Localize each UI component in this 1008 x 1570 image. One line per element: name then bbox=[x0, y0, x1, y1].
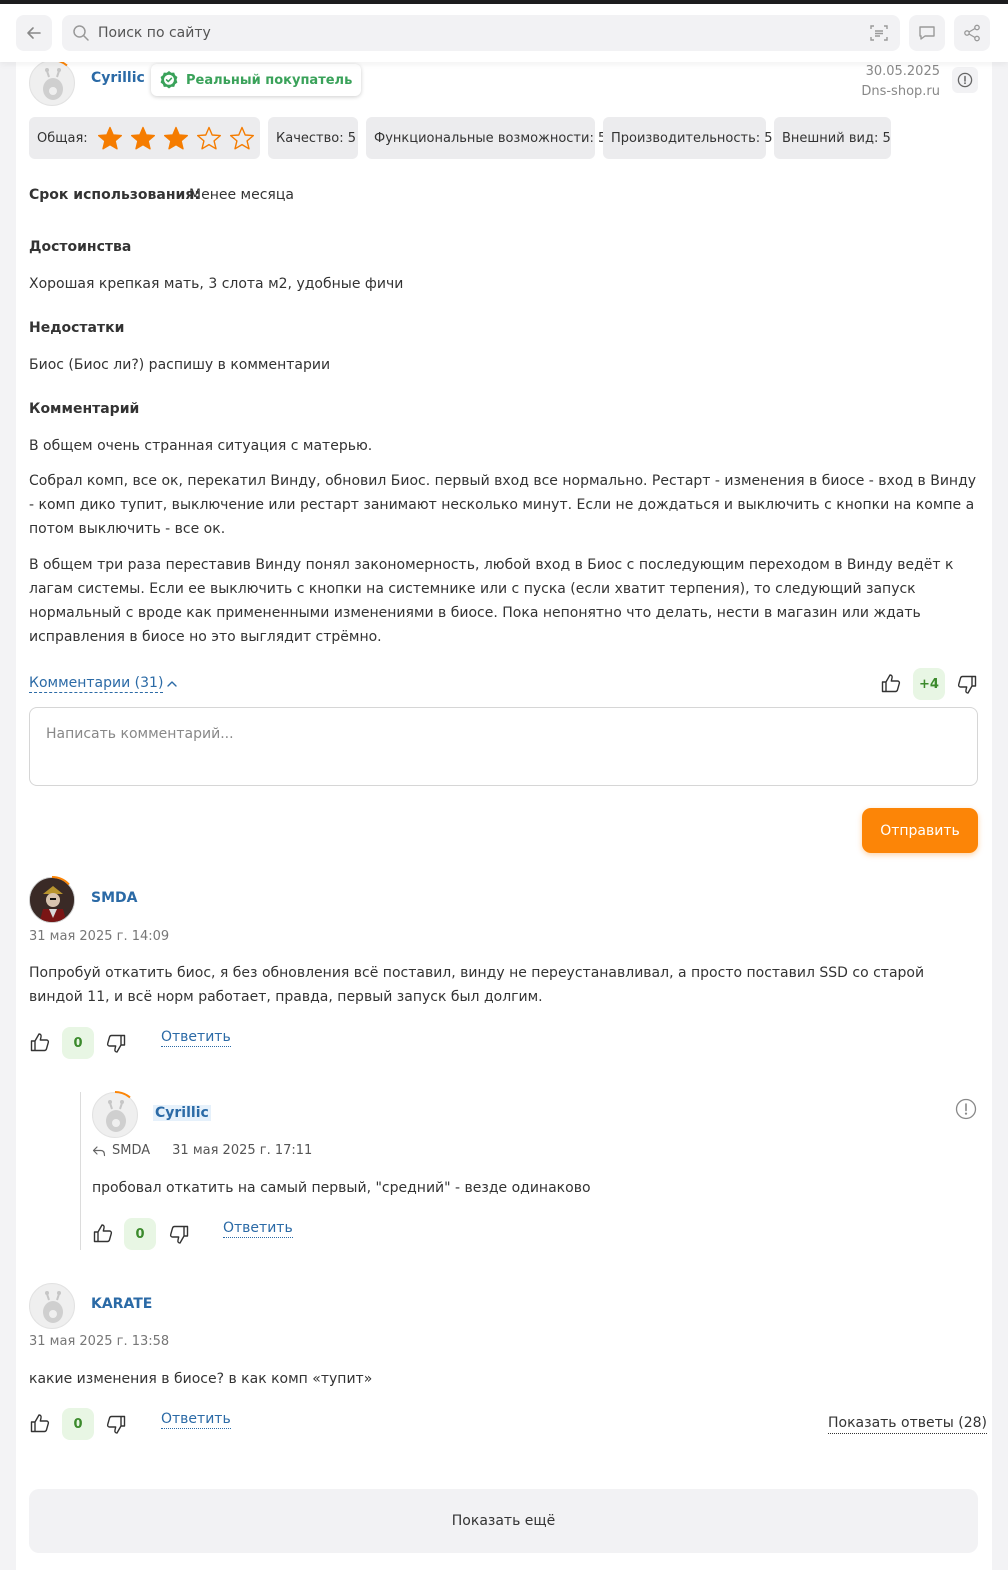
share-icon bbox=[964, 24, 980, 42]
star-filled-icon bbox=[97, 126, 122, 149]
comment-author[interactable]: KARATE bbox=[91, 1296, 152, 1312]
reply-author[interactable]: Cyrillic bbox=[153, 1105, 211, 1121]
star-empty-icon bbox=[196, 126, 221, 149]
info-icon bbox=[957, 72, 973, 88]
comment-vote-count: 0 bbox=[62, 1027, 94, 1059]
thumbs-down-icon[interactable] bbox=[105, 1033, 127, 1055]
comment-text: какие изменения в биосе? в как комп «туп… bbox=[29, 1371, 373, 1387]
reply-vote-count: 0 bbox=[124, 1218, 156, 1250]
reply-link[interactable]: Ответить bbox=[161, 1410, 231, 1429]
thumbs-up-icon[interactable] bbox=[29, 1412, 51, 1434]
chat-icon bbox=[919, 26, 935, 40]
review-vote-count: +4 bbox=[913, 668, 945, 700]
thumbs-up-icon[interactable] bbox=[880, 672, 902, 694]
header bbox=[0, 4, 1008, 62]
comment-title: Комментарий bbox=[29, 401, 140, 417]
reply-link[interactable]: Ответить bbox=[223, 1219, 293, 1238]
usage-label: Срок использования: bbox=[29, 187, 200, 203]
star-filled-icon bbox=[130, 126, 155, 149]
overall-rating-label: Общая: bbox=[37, 130, 88, 146]
reply-date: 31 мая 2025 г. 17:11 bbox=[172, 1143, 313, 1158]
reply-to-name[interactable]: SMDA bbox=[112, 1143, 150, 1158]
search-bar[interactable] bbox=[62, 15, 900, 51]
overall-rating-chip: Общая: bbox=[29, 117, 260, 159]
comment-textarea[interactable] bbox=[30, 708, 977, 785]
avatar-ring bbox=[51, 876, 70, 886]
comments-toggle-link[interactable]: Комментарии (31) bbox=[29, 674, 164, 693]
reply-link[interactable]: Ответить bbox=[161, 1028, 231, 1047]
info-icon bbox=[955, 1098, 977, 1120]
rating-appearance-chip: Внешний вид: 5 bbox=[774, 117, 891, 159]
thumbs-up-icon[interactable] bbox=[92, 1222, 114, 1244]
star-filled-icon bbox=[163, 126, 188, 149]
avatar-ring bbox=[51, 58, 68, 67]
rating-quality-chip: Качество: 5 bbox=[268, 117, 358, 159]
pros-title: Достоинства bbox=[29, 239, 132, 255]
real-buyer-label: Реальный покупатель bbox=[186, 72, 353, 88]
search-icon bbox=[73, 25, 89, 41]
rating-stars bbox=[97, 126, 255, 151]
thumbs-up-icon[interactable] bbox=[29, 1031, 51, 1053]
cons-text: Биос (Биос ли?) распишу в комментарии bbox=[29, 357, 331, 373]
star-empty-icon bbox=[229, 126, 254, 149]
cons-title: Недостатки bbox=[29, 320, 125, 336]
report-button[interactable] bbox=[953, 1096, 979, 1122]
send-comment-button[interactable]: Отправить bbox=[862, 808, 978, 853]
scan-icon[interactable] bbox=[870, 24, 888, 42]
verified-check-icon bbox=[160, 71, 178, 89]
comment-paragraph: Собрал комп, все ок, перекатил Винду, об… bbox=[29, 473, 977, 537]
robot-avatar-icon bbox=[43, 1291, 63, 1323]
review-date: 30.05.2025 bbox=[865, 64, 940, 79]
report-button[interactable] bbox=[952, 67, 978, 93]
search-input[interactable] bbox=[98, 15, 838, 51]
review-date-block: 30.05.2025 Dns-shop.ru bbox=[861, 62, 940, 102]
comment-date: 31 мая 2025 г. 13:58 bbox=[29, 1334, 170, 1349]
comment-paragraph: В общем три раза переставив Винду понял … bbox=[29, 557, 954, 645]
avatar[interactable] bbox=[29, 1283, 75, 1329]
chevron-up-icon[interactable] bbox=[166, 679, 178, 689]
share-button[interactable] bbox=[954, 15, 990, 51]
comment-vote-count: 0 bbox=[62, 1408, 94, 1440]
thumbs-down-icon[interactable] bbox=[956, 674, 978, 696]
reply-to: SMDA 31 мая 2025 г. 17:11 bbox=[92, 1143, 312, 1158]
rating-performance-chip: Производительность: 5 bbox=[603, 117, 773, 159]
reply-thread-line bbox=[80, 1092, 81, 1250]
show-replies-link[interactable]: Показать ответы (28) bbox=[828, 1414, 987, 1434]
comment-paragraph: В общем очень странная ситуация с матерь… bbox=[29, 438, 373, 454]
review-source: Dns-shop.ru bbox=[861, 84, 940, 99]
comment-date: 31 мая 2025 г. 14:09 bbox=[29, 929, 170, 944]
reply-arrow-icon bbox=[92, 1145, 106, 1156]
chat-button[interactable] bbox=[909, 15, 945, 51]
thumbs-down-icon[interactable] bbox=[168, 1224, 190, 1246]
comment-author[interactable]: SMDA bbox=[91, 890, 137, 906]
thumbs-down-icon[interactable] bbox=[105, 1414, 127, 1436]
show-more-button[interactable]: Показать ещё bbox=[29, 1489, 978, 1553]
back-button[interactable] bbox=[16, 15, 52, 51]
usage-value: Менее месяца bbox=[189, 187, 294, 203]
avatar-ring bbox=[114, 1090, 131, 1099]
rating-features-chip: Функциональные возможности: 5 bbox=[366, 117, 606, 159]
reply-text: пробовал откатить на самый первый, "сред… bbox=[92, 1180, 591, 1196]
pros-text: Хорошая крепкая мать, 3 слота м2, удобны… bbox=[29, 276, 404, 292]
comment-input-box bbox=[29, 707, 978, 786]
review-author[interactable]: Cyrillic bbox=[91, 70, 145, 86]
real-buyer-badge: Реальный покупатель bbox=[151, 64, 362, 96]
comment-text: Попробуй откатить биос, я без обновления… bbox=[29, 965, 925, 1005]
arrow-left-icon bbox=[27, 27, 41, 39]
